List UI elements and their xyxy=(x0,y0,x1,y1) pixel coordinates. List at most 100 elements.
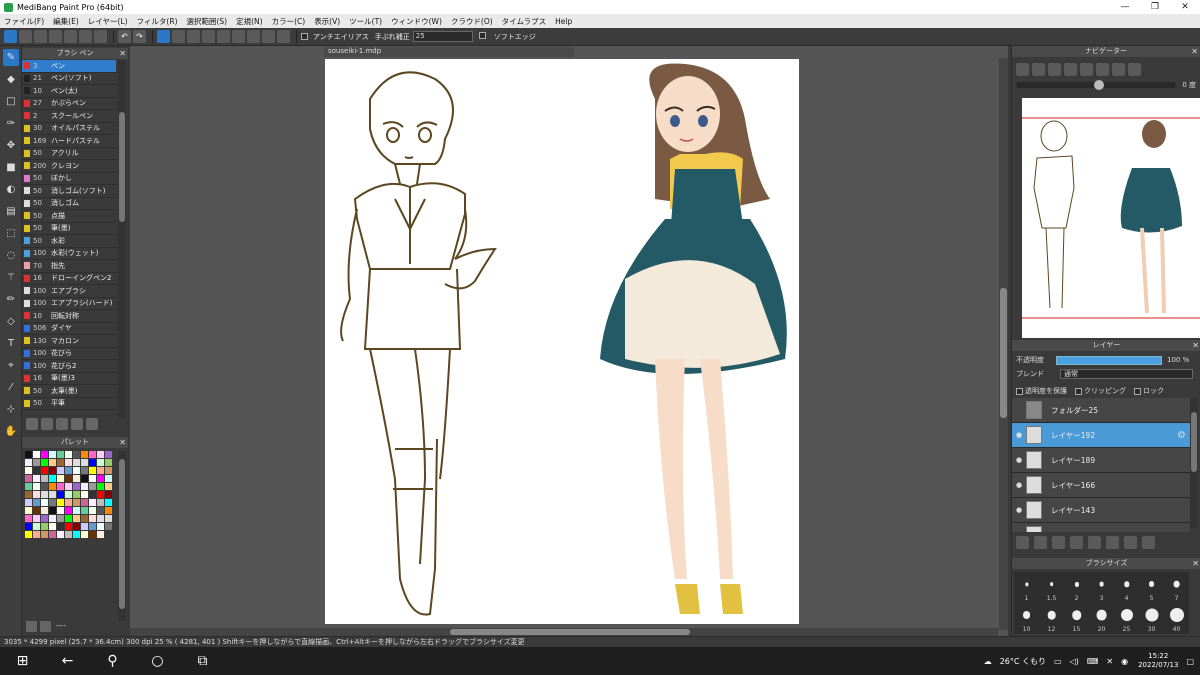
color-swatch[interactable] xyxy=(73,499,80,506)
brush-size-option[interactable]: 7 xyxy=(1164,572,1189,603)
clipping-checkbox[interactable] xyxy=(1075,387,1082,395)
menu-window[interactable]: ウィンドウ(W) xyxy=(391,16,442,27)
close-icon[interactable]: ✕ xyxy=(119,437,126,448)
color-swatch[interactable] xyxy=(41,523,48,530)
brush-item[interactable]: 100 花びら2 xyxy=(22,360,116,373)
delete-layer-icon[interactable] xyxy=(1142,536,1155,549)
security-icon[interactable]: ◉ xyxy=(1121,657,1128,666)
brush-item[interactable]: 50 水彩 xyxy=(22,235,116,248)
menu-layer[interactable]: レイヤー(L) xyxy=(88,16,128,27)
circle-snap-icon[interactable] xyxy=(232,30,245,43)
gear-icon[interactable]: ⚙ xyxy=(1177,430,1186,441)
color-swatch[interactable] xyxy=(81,475,88,482)
navigator-thumbnail[interactable] xyxy=(1022,98,1200,338)
menu-help[interactable]: Help xyxy=(555,17,572,26)
color-swatch[interactable] xyxy=(89,451,96,458)
redo-icon[interactable]: ↷ xyxy=(133,30,146,43)
brush-size-option[interactable]: 20 xyxy=(1089,603,1114,634)
new-layer-icon[interactable] xyxy=(1016,536,1029,549)
slider-knob[interactable] xyxy=(1094,80,1104,90)
divide-tool-icon[interactable]: ⌖ xyxy=(3,357,19,374)
scroll-thumb[interactable] xyxy=(119,112,125,222)
color-swatch[interactable] xyxy=(33,475,40,482)
color-swatch[interactable] xyxy=(73,451,80,458)
menu-tool[interactable]: ツール(T) xyxy=(349,16,382,27)
layer-scrollbar[interactable] xyxy=(1190,398,1198,528)
layer-item[interactable]: ● レイヤー143 xyxy=(1012,498,1190,523)
brush-item[interactable]: 200 クレヨン xyxy=(22,160,116,173)
color-swatch[interactable] xyxy=(89,531,96,538)
add-color-icon[interactable] xyxy=(26,620,37,632)
brush-size-option[interactable]: 5 xyxy=(1139,572,1164,603)
color-swatch[interactable] xyxy=(41,515,48,522)
pen-tool-icon[interactable]: ✑ xyxy=(3,115,19,132)
color-swatch[interactable] xyxy=(25,531,32,538)
color-swatch[interactable] xyxy=(57,483,64,490)
color-swatch[interactable] xyxy=(25,467,32,474)
brush-item[interactable]: 10 回転対称 xyxy=(22,310,116,323)
visibility-icon[interactable]: ● xyxy=(1012,456,1026,464)
palette-scrollbar[interactable] xyxy=(118,451,126,621)
color-swatch[interactable] xyxy=(33,459,40,466)
brush-item[interactable]: 50 平筆 xyxy=(22,398,116,410)
brush-item[interactable]: 506 ダイヤ xyxy=(22,323,116,335)
close-icon[interactable]: ✕ xyxy=(1191,46,1198,57)
brush-tool-icon[interactable]: ✎ xyxy=(3,49,19,66)
color-swatch[interactable] xyxy=(97,459,104,466)
move-tool-icon[interactable]: ✥ xyxy=(3,137,19,154)
color-swatch[interactable] xyxy=(97,523,104,530)
brush-item[interactable]: 27 かぶらペン xyxy=(22,98,116,110)
brush-size-option[interactable]: 15 xyxy=(1064,603,1089,634)
visibility-icon[interactable]: ● xyxy=(1012,531,1026,532)
flip-icon[interactable] xyxy=(1128,62,1141,76)
color-swatch[interactable] xyxy=(97,531,104,538)
color-swatch[interactable] xyxy=(81,491,88,498)
network-icon[interactable]: ▭ xyxy=(1054,657,1062,666)
new-halftone-layer-icon[interactable] xyxy=(1034,536,1047,549)
magic-wand-icon[interactable]: ⚚ xyxy=(3,269,19,286)
color-swatch[interactable] xyxy=(89,515,96,522)
color-swatch[interactable] xyxy=(33,499,40,506)
color-swatch[interactable] xyxy=(49,451,56,458)
color-swatch[interactable] xyxy=(41,531,48,538)
select-eraser-icon[interactable]: ◇ xyxy=(3,313,19,330)
color-swatch[interactable] xyxy=(73,531,80,538)
brush-size-option[interactable]: 4 xyxy=(1114,572,1139,603)
lock-checkbox[interactable] xyxy=(1134,387,1141,395)
layer-item[interactable]: ● レイヤー173 xyxy=(1012,523,1190,532)
eraser-tool-icon[interactable]: ◆ xyxy=(3,71,19,88)
color-swatch[interactable] xyxy=(105,507,112,514)
color-swatch[interactable] xyxy=(81,459,88,466)
dot-tool-icon[interactable]: □ xyxy=(3,93,19,110)
fill-rect-icon[interactable]: ■ xyxy=(3,159,19,176)
brush-item[interactable]: 30 オイルパステル xyxy=(22,123,116,135)
delete-color-icon[interactable] xyxy=(40,620,51,632)
stabilizer-select[interactable]: 25 xyxy=(412,31,473,42)
brush-settings-icon[interactable] xyxy=(26,418,38,430)
clock[interactable]: 15:22 2022/07/13 xyxy=(1138,652,1178,670)
zoom-in-icon[interactable] xyxy=(1016,62,1029,76)
color-swatch[interactable] xyxy=(25,483,32,490)
brush-scrollbar[interactable] xyxy=(118,60,126,418)
color-swatch[interactable] xyxy=(105,523,112,530)
antialias-checkbox[interactable] xyxy=(301,33,308,40)
gradient-tool-icon[interactable]: ▤ xyxy=(3,203,19,220)
color-swatch[interactable] xyxy=(33,451,40,458)
canvas-area[interactable]: souseiki-1.mdp xyxy=(130,46,1008,636)
color-swatch[interactable] xyxy=(41,475,48,482)
visibility-icon[interactable]: ● xyxy=(1012,431,1026,439)
window-icon[interactable] xyxy=(79,30,92,43)
color-swatch[interactable] xyxy=(105,491,112,498)
color-swatch[interactable] xyxy=(105,499,112,506)
color-swatch[interactable] xyxy=(65,451,72,458)
close-button[interactable]: ✕ xyxy=(1170,0,1200,14)
screen-icon[interactable] xyxy=(49,30,62,43)
brush-size-option[interactable]: 10 xyxy=(1014,603,1039,634)
merge-layer-icon[interactable] xyxy=(1124,536,1137,549)
color-swatch[interactable] xyxy=(49,491,56,498)
color-swatch[interactable] xyxy=(33,491,40,498)
color-swatch[interactable] xyxy=(25,499,32,506)
brush-size-option[interactable]: 40 xyxy=(1164,603,1189,634)
select-tool-icon[interactable]: ⬚ xyxy=(3,225,19,242)
brush-item[interactable]: 16 ドローイングペン2 xyxy=(22,273,116,285)
